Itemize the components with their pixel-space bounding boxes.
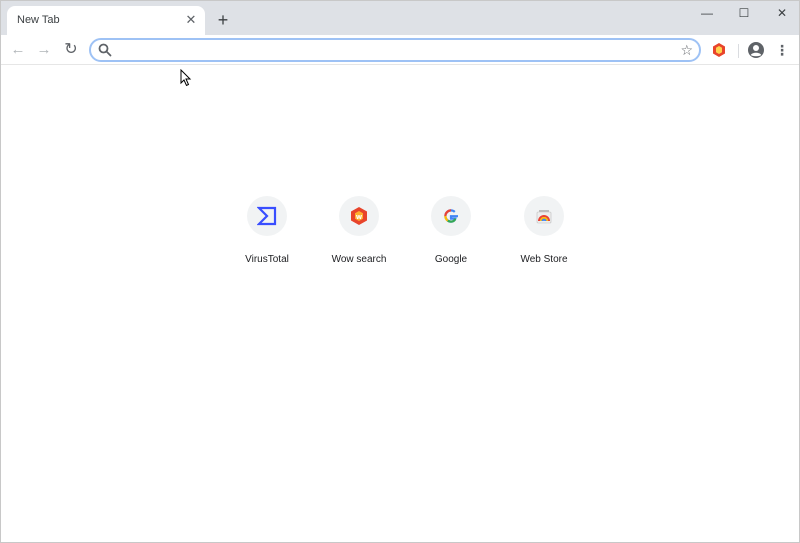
shortcut-virustotal[interactable]: VirusTotal bbox=[221, 196, 313, 276]
google-icon bbox=[444, 209, 458, 223]
shortcut-label: Web Store bbox=[520, 254, 568, 265]
mouse-cursor-icon bbox=[180, 69, 192, 87]
reload-button[interactable]: ↻ bbox=[59, 38, 83, 62]
address-input[interactable] bbox=[117, 41, 667, 59]
browser-window: New Tab ✕ + — ☐ ✕ ← → ↻ ☆ ⋮ VirusTotal w… bbox=[0, 0, 800, 543]
shortcut-label: Google bbox=[434, 254, 468, 265]
wow-search-icon: w bbox=[351, 207, 367, 225]
shortcut-label: VirusTotal bbox=[245, 254, 289, 265]
svg-text:w: w bbox=[356, 213, 363, 221]
shortcut-google[interactable]: Google bbox=[405, 196, 497, 276]
shortcut-web-store[interactable]: Web Store bbox=[498, 196, 590, 276]
back-button[interactable]: ← bbox=[6, 38, 30, 62]
menu-icon[interactable]: ⋮ bbox=[775, 41, 789, 59]
shortcut-icon-container: w bbox=[339, 196, 379, 236]
shortcut-tiles: VirusTotal w Wow search Google Web Store bbox=[1, 196, 799, 276]
shortcut-icon-container bbox=[524, 196, 564, 236]
toolbar: ← → ↻ ☆ ⋮ bbox=[1, 35, 799, 65]
shortcut-icon-container bbox=[431, 196, 471, 236]
tab-new-tab[interactable]: New Tab ✕ bbox=[7, 6, 205, 35]
shortcut-wow-search[interactable]: w Wow search bbox=[313, 196, 405, 276]
search-icon bbox=[98, 43, 112, 57]
omnibox[interactable]: ☆ bbox=[89, 38, 701, 62]
shortcut-icon-container bbox=[247, 196, 287, 236]
shortcut-label: Wow search bbox=[331, 254, 387, 265]
forward-button[interactable]: → bbox=[32, 38, 56, 62]
bookmark-star-icon[interactable]: ☆ bbox=[680, 40, 693, 60]
new-tab-button[interactable]: + bbox=[213, 10, 233, 30]
wow-extension-icon[interactable] bbox=[711, 42, 727, 58]
tab-strip: New Tab ✕ + — ☐ ✕ bbox=[1, 1, 799, 35]
tab-title: New Tab bbox=[17, 14, 60, 26]
virustotal-icon bbox=[257, 206, 277, 226]
profile-icon[interactable] bbox=[747, 41, 765, 59]
close-window-button[interactable]: ✕ bbox=[762, 1, 800, 25]
web-store-icon bbox=[536, 210, 552, 224]
toolbar-separator bbox=[738, 44, 739, 58]
minimize-button[interactable]: — bbox=[687, 1, 727, 25]
tab-close-icon[interactable]: ✕ bbox=[183, 12, 199, 28]
maximize-button[interactable]: ☐ bbox=[724, 1, 764, 25]
